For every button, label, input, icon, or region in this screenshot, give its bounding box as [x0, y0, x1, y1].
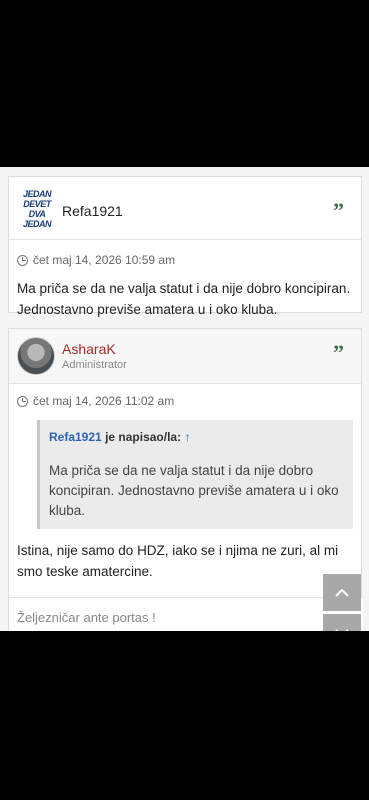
- post-author[interactable]: Refa1921: [62, 203, 123, 219]
- scroll-down-button[interactable]: [323, 614, 361, 631]
- avatar-logo-text: DVA: [28, 209, 46, 219]
- post-body: Istina, nije samo do HDZ, iako se i njim…: [17, 543, 339, 579]
- clock-icon: [17, 395, 28, 407]
- avatar[interactable]: JEDAN DEVET DVA JEDAN: [22, 189, 52, 233]
- post-signature: Željezničar ante portas !: [9, 597, 363, 631]
- avatar[interactable]: [17, 337, 55, 375]
- user-role: Administrator: [62, 359, 127, 371]
- avatar-logo-text: JEDAN: [22, 189, 52, 199]
- post-date-text: čet maj 14, 2026 10:59 am: [33, 253, 176, 267]
- post-header: JEDAN DEVET DVA JEDAN Refa1921 ”: [9, 177, 361, 240]
- chevron-down-icon: [335, 628, 349, 631]
- clock-icon: [17, 254, 28, 266]
- quote-icon[interactable]: ”: [333, 200, 344, 222]
- quote-text: Ma priča se da ne valja statut i da nije…: [49, 463, 339, 518]
- avatar-logo-text: DEVET: [23, 199, 51, 209]
- post-header: AsharaK Administrator ”: [9, 329, 361, 384]
- post-date: čet maj 14, 2026 10:59 am: [9, 240, 361, 268]
- quote-icon[interactable]: ”: [333, 342, 344, 364]
- post-date: čet maj 14, 2026 11:02 am: [9, 384, 361, 412]
- scroll-up-button[interactable]: [323, 574, 361, 611]
- topic-content: JEDAN DEVET DVA JEDAN Refa1921 ” čet maj…: [0, 167, 369, 631]
- post-date-text: čet maj 14, 2026 11:02 am: [33, 394, 175, 408]
- quote-header: Refa1921 je napisao/la: ↑: [49, 430, 343, 444]
- post: AsharaK Administrator ” čet maj 14, 2026…: [8, 328, 363, 631]
- quote-source-link[interactable]: ↑: [184, 430, 190, 444]
- avatar-logo-text: JEDAN: [22, 219, 52, 229]
- quote-wrote-label: je napisao/la:: [105, 430, 182, 444]
- post-author[interactable]: AsharaK: [62, 341, 116, 357]
- chevron-up-icon: [335, 588, 349, 597]
- quote-block: Refa1921 je napisao/la: ↑ Ma priča se da…: [37, 420, 353, 529]
- quote-author-link[interactable]: Refa1921: [49, 430, 102, 444]
- post-body: Ma priča se da ne valja statut i da nije…: [17, 281, 351, 317]
- post: JEDAN DEVET DVA JEDAN Refa1921 ” čet maj…: [8, 176, 362, 317]
